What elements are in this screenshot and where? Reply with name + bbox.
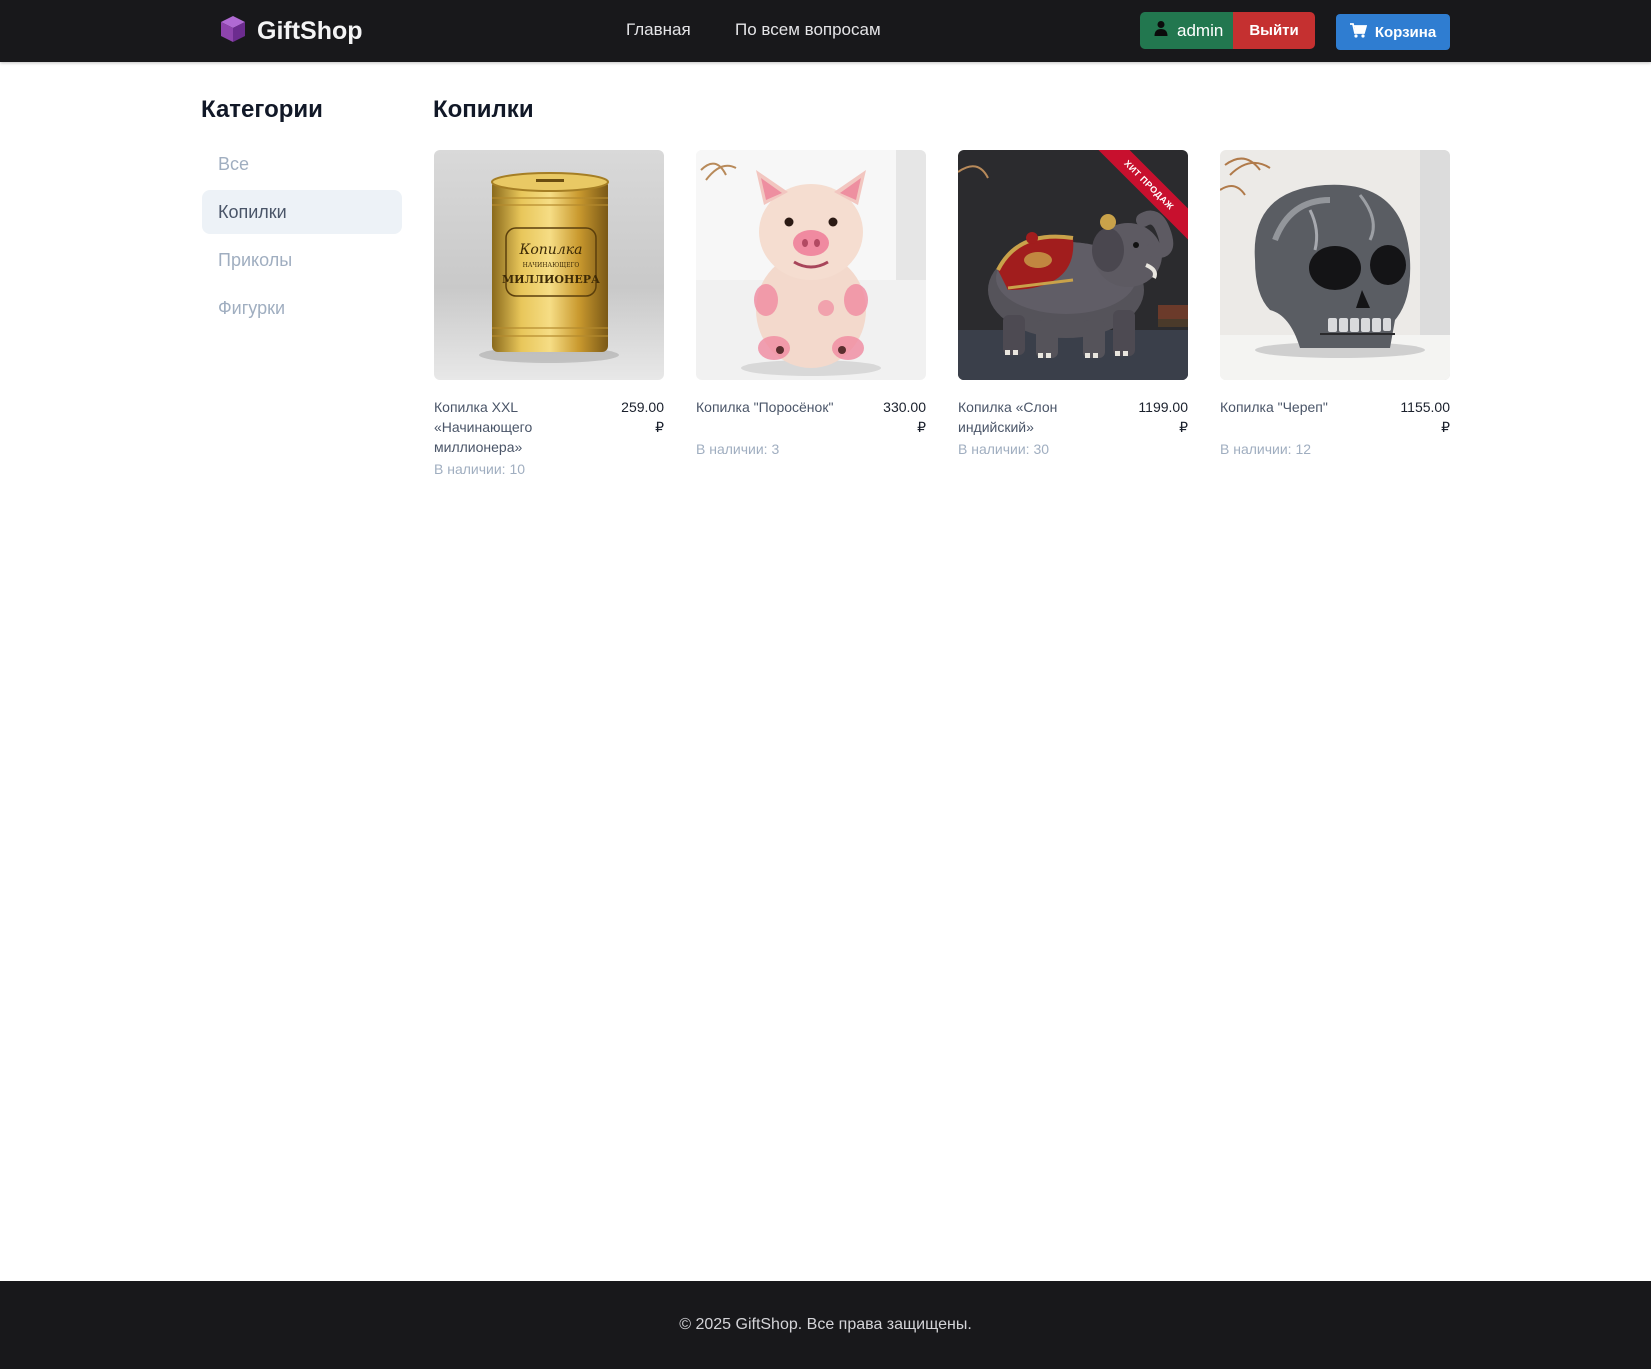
page-footer: © 2025 GiftShop. Все права защищены. (0, 1281, 1651, 1369)
username: admin (1177, 20, 1224, 40)
category-pranks[interactable]: Приколы (202, 238, 402, 282)
product-card: Копилка "Поросёнок" 330.00 ₽ В наличии: … (696, 150, 926, 457)
product-name[interactable]: Копилка «Слон индийский» (958, 397, 1123, 437)
product-price: 330.00 ₽ (883, 399, 926, 435)
product-name[interactable]: Копилка "Поросёнок" (696, 397, 873, 437)
category-figurines[interactable]: Фигурки (202, 286, 402, 330)
category-all[interactable]: Все (202, 142, 402, 186)
product-price: 259.00 ₽ (621, 399, 664, 435)
page-title: Копилки (433, 96, 534, 123)
top-navbar: GiftShop Главная По всем вопросам admin … (0, 0, 1651, 62)
copyright-text: © 2025 GiftShop. Все права защищены. (679, 1316, 972, 1333)
product-card: ХИТ ПРОДАЖ Копилка «Слон индийский» 1199… (958, 150, 1188, 457)
cart-icon (1349, 22, 1368, 42)
svg-text:МИЛЛИОНЕРА: МИЛЛИОНЕРА (502, 273, 600, 286)
product-stock: В наличии: 12 (1220, 441, 1312, 457)
user-chip[interactable]: admin (1140, 12, 1234, 49)
cube-icon (218, 14, 248, 49)
product-image-golden-can[interactable]: Копилка НАЧИНАЮЩЕГО МИЛЛИОНЕРА (434, 150, 664, 380)
brand-name: GiftShop (257, 16, 363, 45)
product-image-skull[interactable] (1220, 150, 1450, 380)
product-name[interactable]: Копилка XXL «Начинающего миллионера» (434, 397, 619, 457)
categories-heading: Категории (201, 96, 323, 123)
cart-label: Корзина (1374, 23, 1437, 41)
svg-text:НАЧИНАЮЩЕГО: НАЧИНАЮЩЕГО (523, 262, 580, 269)
product-card: Копилка "Череп" 1155.00 ₽ В наличии: 12 (1220, 150, 1450, 457)
svg-text:Копилка: Копилка (519, 242, 583, 258)
category-piggy-banks[interactable]: Копилки (202, 190, 402, 234)
product-stock: В наличии: 10 (434, 461, 526, 477)
product-image-elephant[interactable]: ХИТ ПРОДАЖ (958, 150, 1188, 380)
product-price: 1155.00 ₽ (1400, 399, 1450, 435)
nav-home-link[interactable]: Главная (626, 20, 691, 40)
product-name[interactable]: Копилка "Череп" (1220, 397, 1392, 437)
product-stock: В наличии: 30 (958, 441, 1050, 457)
nav-contact-link[interactable]: По всем вопросам (735, 20, 881, 40)
product-stock: В наличии: 3 (696, 441, 780, 457)
product-card: Копилка НАЧИНАЮЩЕГО МИЛЛИОНЕРА Копилка X… (434, 150, 664, 477)
product-price: 1199.00 ₽ (1138, 399, 1188, 435)
cart-button[interactable]: Корзина (1336, 14, 1450, 50)
logout-button[interactable]: Выйти (1233, 12, 1315, 49)
brand-logo[interactable]: GiftShop (218, 14, 363, 48)
product-image-pig[interactable] (696, 150, 926, 380)
user-icon (1153, 20, 1169, 41)
user-controls: admin Выйти (1140, 12, 1315, 49)
